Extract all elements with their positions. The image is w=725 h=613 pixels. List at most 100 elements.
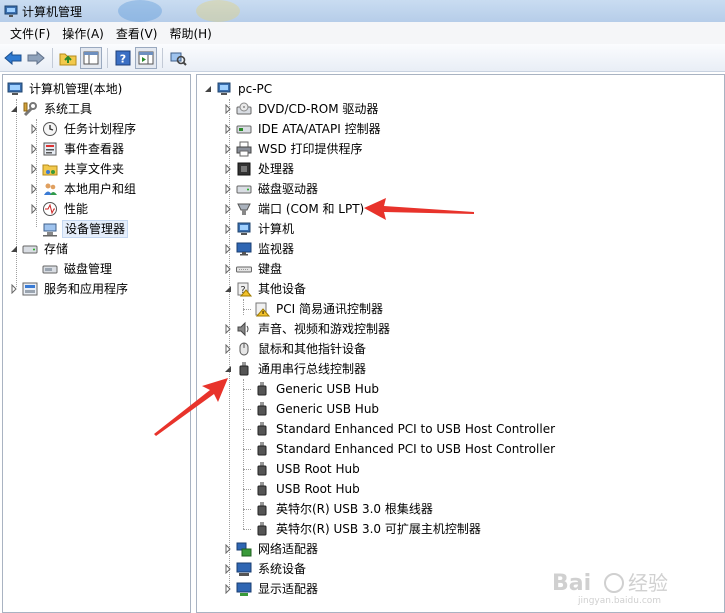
usb-device-item[interactable]: USB Root Hub [254,459,362,479]
usb-device-item[interactable]: Generic USB Hub [254,399,381,419]
device-category-label: IDE ATA/ATAPI 控制器 [258,122,381,136]
tree-item-storage[interactable]: 存储 [9,239,70,259]
help-button[interactable]: ? [112,47,134,69]
device-category-computer[interactable]: 计算机 [223,219,296,239]
expand-arrow-icon[interactable] [223,124,233,134]
disk-drive-icon [236,185,252,194]
expand-arrow-icon[interactable] [9,284,19,294]
usb-icon [257,402,267,416]
tree-item-device-manager[interactable]: 设备管理器 [42,219,129,239]
show-hide-tree-icon [83,51,99,64]
tree-item-computer-management[interactable]: 计算机管理(本地) [7,79,124,99]
expand-arrow-icon[interactable] [223,244,233,254]
back-icon [4,50,22,65]
collapse-arrow-icon[interactable] [203,84,213,94]
device-root-label: pc-PC [238,82,273,96]
device-category-dvd[interactable]: DVD/CD-ROM 驱动器 [223,99,380,119]
device-category-system[interactable]: 系统设备 [223,559,308,579]
clock-icon [43,122,57,136]
device-category-label: 磁盘驱动器 [258,182,319,196]
menu-view[interactable]: 查看(V) [110,25,164,42]
expand-arrow-icon[interactable] [223,204,233,214]
usb-device-item[interactable]: Standard Enhanced PCI to USB Host Contro… [254,439,557,459]
usb-device-item[interactable]: 英特尔(R) USB 3.0 根集线器 [254,499,435,519]
tree-item-disk-management[interactable]: 磁盘管理 [42,259,114,279]
expand-arrow-icon[interactable] [223,104,233,114]
device-category-wsd[interactable]: WSD 打印提供程序 [223,139,365,159]
computer-management-icon [7,82,23,95]
device-category-ports[interactable]: 端口 (COM 和 LPT) [223,199,366,219]
expand-arrow-icon[interactable] [29,124,39,134]
device-category-monitor[interactable]: 监视器 [223,239,296,259]
usb-device-item[interactable]: Standard Enhanced PCI to USB Host Contro… [254,419,557,439]
tree-item-performance[interactable]: 性能 [29,199,90,219]
tree-connector [243,379,244,529]
usb-icon [239,362,249,376]
device-tree-root[interactable]: pc-PC [203,79,274,99]
expand-arrow-icon[interactable] [223,164,233,174]
console-tree-pane[interactable]: 计算机管理(本地) 系统工具 任务计划程序 事件查看器 共享文件夹 本地用户和组… [2,74,191,613]
users-icon [44,183,57,195]
action-pane-button[interactable] [135,46,157,69]
expand-arrow-icon[interactable] [223,324,233,334]
expand-arrow-icon[interactable] [223,184,233,194]
tree-item-task-scheduler[interactable]: 任务计划程序 [29,119,138,139]
expand-arrow-icon[interactable] [223,144,233,154]
collapse-arrow-icon[interactable] [9,244,19,254]
device-category-sound[interactable]: 声音、视频和游戏控制器 [223,319,392,339]
menu-help[interactable]: 帮助(H) [163,25,217,42]
device-item-pci-comm[interactable]: PCI 简易通讯控制器 [254,299,385,319]
expand-arrow-icon[interactable] [223,224,233,234]
usb-icon [257,522,267,536]
keyboard-icon [236,266,252,273]
tree-item-event-viewer[interactable]: 事件查看器 [29,139,126,159]
title-bar: 计算机管理 [0,0,725,22]
tree-item-system-tools[interactable]: 系统工具 [9,99,94,119]
expand-arrow-icon[interactable] [29,144,39,154]
toolbar-separator [107,47,108,68]
usb-device-item[interactable]: Generic USB Hub [254,379,381,399]
forward-button[interactable] [25,47,47,69]
usb-device-item[interactable]: 英特尔(R) USB 3.0 可扩展主机控制器 [254,519,483,539]
collapse-arrow-icon[interactable] [223,284,233,294]
device-category-display[interactable]: 显示适配器 [223,579,320,599]
expand-arrow-icon[interactable] [223,344,233,354]
tree-item-services-apps[interactable]: 服务和应用程序 [9,279,130,299]
tree-label: 设备管理器 [62,220,129,238]
usb-device-item[interactable]: USB Root Hub [254,479,362,499]
expand-arrow-icon[interactable] [29,164,39,174]
annotation-arrow-ports [364,198,474,220]
port-icon [237,203,251,215]
expand-arrow-icon[interactable] [223,264,233,274]
tree-item-local-users[interactable]: 本地用户和组 [29,179,138,199]
device-category-usb[interactable]: 通用串行总线控制器 [223,359,368,379]
expand-arrow-icon[interactable] [223,564,233,574]
up-folder-button[interactable] [57,47,79,69]
toolbar-separator [162,47,163,68]
device-category-mouse[interactable]: 鼠标和其他指针设备 [223,339,368,359]
menu-action[interactable]: 操作(A) [56,25,110,42]
annotation-arrow-usb [154,378,228,436]
computer-icon [237,222,251,235]
device-category-label: 监视器 [258,242,295,256]
tree-item-shared-folders[interactable]: 共享文件夹 [29,159,126,179]
device-category-ide[interactable]: IDE ATA/ATAPI 控制器 [223,119,383,139]
collapse-arrow-icon[interactable] [9,104,19,114]
show-hide-tree-button[interactable] [80,46,102,69]
menu-file[interactable]: 文件(F) [4,25,56,42]
device-category-label: 显示适配器 [258,582,319,596]
expand-arrow-icon[interactable] [223,584,233,594]
expand-arrow-icon[interactable] [29,204,39,214]
device-category-keyboard[interactable]: 键盘 [223,259,284,279]
device-category-label: 端口 (COM 和 LPT) [258,202,365,216]
back-button[interactable] [2,47,24,69]
expand-arrow-icon[interactable] [29,184,39,194]
device-tree-pane[interactable]: pc-PC DVD/CD-ROM 驱动器 IDE ATA/ATAPI 控制器 W… [196,74,725,613]
device-category-network[interactable]: 网络适配器 [223,539,320,559]
device-category-other[interactable]: ? 其他设备 [223,279,308,299]
scan-hardware-button[interactable] [167,47,189,69]
expand-arrow-icon[interactable] [223,544,233,554]
device-category-disk[interactable]: 磁盘驱动器 [223,179,320,199]
device-category-processor[interactable]: 处理器 [223,159,296,179]
usb-icon [257,422,267,436]
